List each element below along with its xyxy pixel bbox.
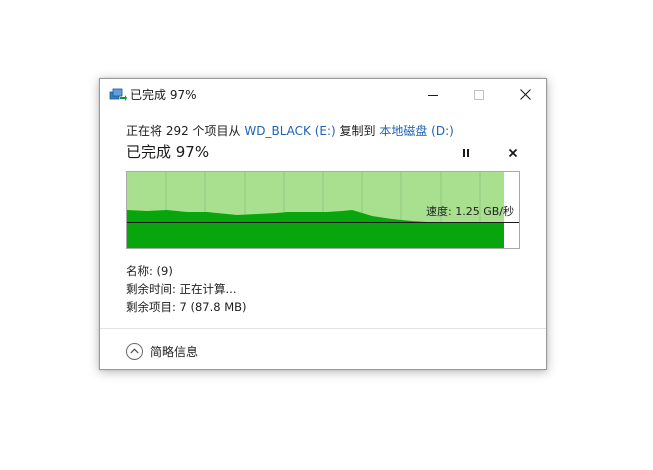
operation-middle: 复制到 [335, 124, 380, 138]
footer-divider [100, 328, 546, 329]
cancel-button[interactable] [502, 143, 524, 163]
close-icon [519, 89, 531, 100]
detail-time-remaining: 剩余时间: 正在计算... [126, 282, 237, 296]
minimize-icon [428, 94, 438, 96]
source-link[interactable]: WD_BLACK (E:) [244, 124, 335, 138]
cancel-icon [508, 148, 518, 158]
fewer-details-label: 简略信息 [150, 344, 199, 359]
minimize-button[interactable] [410, 79, 456, 110]
pause-button[interactable] [455, 143, 477, 163]
title-bar: 已完成 97% [100, 79, 546, 110]
pause-icon [463, 149, 469, 157]
fewer-details-toggle[interactable]: 简略信息 [126, 341, 198, 361]
copy-app-icon [109, 88, 127, 101]
progress-title: 已完成 97% [126, 143, 210, 161]
maximize-icon [474, 89, 484, 100]
detail-items-remaining: 剩余项目: 7 (87.8 MB) [126, 300, 247, 314]
chevron-up-icon [126, 342, 143, 360]
window-title: 已完成 97% [130, 88, 197, 102]
detail-name: 名称: (9) [126, 264, 173, 278]
transfer-details: 名称: (9) 剩余时间: 正在计算... 剩余项目: 7 (87.8 MB) [126, 262, 247, 316]
speed-label: 速度: 1.25 GB/秒 [426, 205, 514, 218]
transfer-speed-graph: 速度: 1.25 GB/秒 [126, 171, 520, 249]
close-button[interactable] [502, 79, 548, 110]
destination-link[interactable]: 本地磁盘 (D:) [379, 124, 453, 138]
copy-progress-dialog: 已完成 97% 正在将 292 个项目从 WD_BLACK (E:) 复制到 本… [99, 78, 547, 370]
maximize-button[interactable] [456, 79, 502, 110]
operation-description: 正在将 292 个项目从 WD_BLACK (E:) 复制到 本地磁盘 (D:) [126, 123, 454, 139]
operation-prefix: 正在将 292 个项目从 [126, 124, 245, 138]
